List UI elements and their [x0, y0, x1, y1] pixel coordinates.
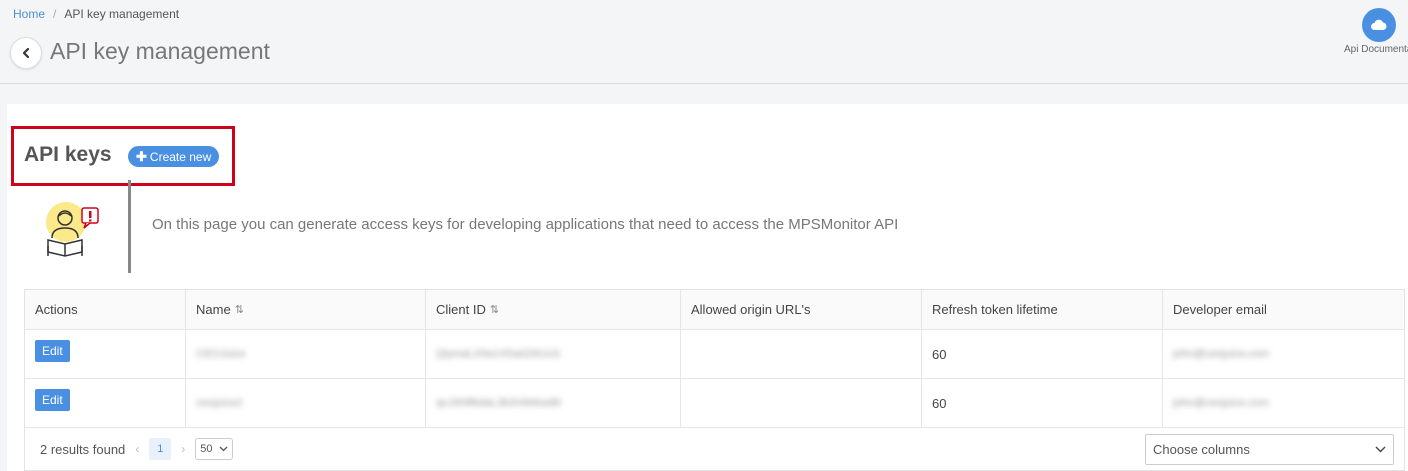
header-allowed-origins: Allowed origin URL's [681, 290, 922, 329]
breadcrumb-separator: / [53, 7, 57, 21]
email-cell: john@ceojuice.com [1163, 379, 1404, 427]
chevron-down-icon [1375, 446, 1386, 452]
api-keys-table: Actions Name ⇅ Client ID ⇅ Allowed origi… [24, 289, 1405, 471]
header-developer-email: Developer email [1173, 302, 1267, 317]
next-page-icon[interactable]: › [181, 442, 185, 456]
client-id-cell: QlymaL33w14Sa0Z6UuS [426, 330, 681, 378]
chevron-down-icon [219, 446, 227, 452]
header-name[interactable]: Name ⇅ [186, 290, 426, 329]
header-divider [0, 83, 1408, 84]
create-new-button[interactable]: ✚ Create new [128, 146, 220, 167]
results-count: 2 results found [40, 441, 126, 457]
api-documentation-button[interactable]: Api Documentat [1344, 8, 1408, 56]
info-divider [128, 180, 131, 273]
sort-icon[interactable]: ⇅ [490, 303, 499, 316]
table-row: Edit CEOJuice QlymaL33w14Sa0Z6UuS 60 joh… [25, 330, 1404, 379]
sort-icon[interactable]: ⇅ [235, 303, 244, 316]
header-client-id[interactable]: Client ID ⇅ [426, 290, 681, 329]
breadcrumb: Home / API key management [13, 7, 179, 21]
actions-cell: Edit [25, 379, 186, 427]
chevron-left-icon [22, 47, 30, 59]
breadcrumb-home-link[interactable]: Home [13, 7, 45, 21]
breadcrumb-current: API key management [64, 7, 180, 21]
choose-columns-label: Choose columns [1153, 441, 1250, 457]
edit-button[interactable]: Edit [35, 389, 70, 411]
lifetime-cell: 60 [922, 379, 1163, 427]
client-id-cell: qLt309fbdaL3b3VbMoeBt [426, 379, 681, 427]
name-cell: ceojuice2 [186, 379, 426, 427]
table-header-row: Actions Name ⇅ Client ID ⇅ Allowed origi… [25, 290, 1404, 330]
name-value: CEOJuice [196, 348, 246, 360]
client-id-value: QlymaL33w14Sa0Z6UuS [436, 348, 561, 360]
pagination: 2 results found ‹ 1 › 50 [40, 438, 233, 460]
cloud-icon [1362, 8, 1396, 42]
email-value: john@ceojuice.com [1173, 348, 1270, 360]
name-value: ceojuice2 [196, 397, 243, 409]
client-id-value: qLt309fbdaL3b3VbMoeBt [436, 397, 561, 409]
reader-illustration-icon [40, 200, 102, 261]
page-title: API key management [50, 38, 270, 64]
create-new-label: Create new [149, 149, 212, 164]
name-cell: CEOJuice [186, 330, 426, 378]
back-button[interactable] [10, 37, 42, 69]
header-client-id-label: Client ID [436, 302, 486, 317]
table-row: Edit ceojuice2 qLt309fbdaL3b3VbMoeBt 60 … [25, 379, 1404, 428]
header-token-lifetime: Refresh token lifetime [922, 290, 1163, 329]
email-value: john@ceojuice.com [1173, 397, 1270, 409]
api-documentation-label: Api Documentat [1344, 44, 1408, 55]
header-name-label: Name [196, 302, 231, 317]
table-footer: 2 results found ‹ 1 › 50 Choose columns [25, 428, 1404, 470]
per-page-select[interactable]: 50 [195, 438, 233, 460]
origins-cell [681, 330, 922, 378]
lifetime-cell: 60 [922, 330, 1163, 378]
edit-button[interactable]: Edit [35, 340, 70, 362]
section-title: API keys [24, 143, 112, 166]
choose-columns-select[interactable]: Choose columns [1145, 433, 1394, 465]
intro-text: On this page you can generate access key… [152, 216, 899, 233]
header-actions: Actions [25, 290, 186, 329]
per-page-value: 50 [200, 443, 213, 455]
prev-page-icon[interactable]: ‹ [135, 442, 139, 456]
origins-cell [681, 379, 922, 427]
actions-cell: Edit [25, 330, 186, 378]
email-cell: john@ceojuice.com [1163, 330, 1404, 378]
page-number-button[interactable]: 1 [149, 438, 172, 460]
plus-icon: ✚ [136, 148, 147, 164]
